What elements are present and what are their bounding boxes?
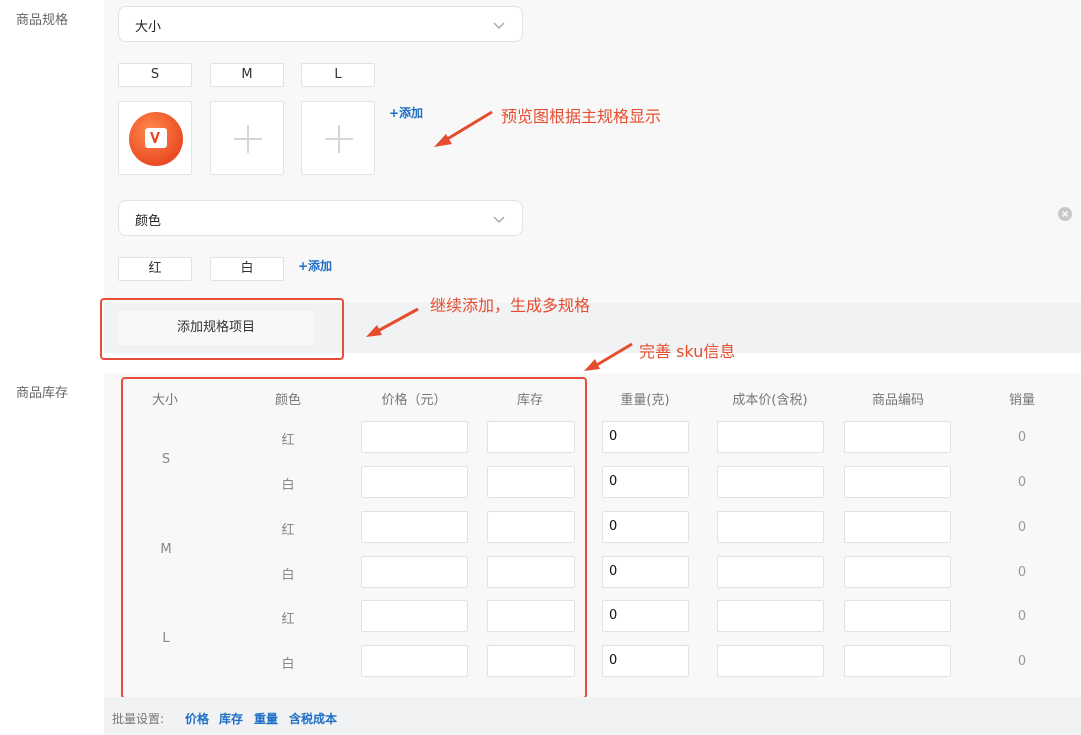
color-cell: 白 xyxy=(281,657,295,672)
sku-code-input[interactable] xyxy=(844,511,951,543)
price-input[interactable] xyxy=(361,556,468,588)
spec-value-chip[interactable]: 红 xyxy=(118,257,192,281)
weight-input[interactable]: 0 xyxy=(602,645,689,677)
batch-weight-link[interactable]: 重量 xyxy=(254,710,278,727)
stock-input[interactable] xyxy=(487,511,575,543)
color-cell: 红 xyxy=(281,612,295,627)
spec-value-chip[interactable]: S xyxy=(118,63,192,87)
sku-code-input[interactable] xyxy=(844,421,951,453)
annotation-sku: 完善 sku信息 xyxy=(639,342,736,361)
sales-cell: 0 xyxy=(1017,654,1027,669)
price-input[interactable] xyxy=(361,600,468,632)
color-cell: 白 xyxy=(281,478,295,493)
annotation-continue: 继续添加，生成多规格 xyxy=(430,296,591,315)
color-cell: 红 xyxy=(281,523,295,538)
stock-input[interactable] xyxy=(487,600,575,632)
spec-value-chip[interactable]: L xyxy=(301,63,375,87)
cost-input[interactable] xyxy=(717,511,824,543)
column-header: 商品编码 xyxy=(871,393,924,408)
weight-input[interactable]: 0 xyxy=(602,556,689,588)
close-icon[interactable] xyxy=(1057,206,1073,222)
spec-value-chip[interactable]: M xyxy=(210,63,284,87)
plus-icon xyxy=(234,125,262,153)
spec-label: 商品规格 xyxy=(16,13,69,28)
size-cell: S xyxy=(161,452,171,467)
weight-input[interactable]: 0 xyxy=(602,421,689,453)
batch-stock-link[interactable]: 库存 xyxy=(219,710,243,727)
column-header: 成本价(含税) xyxy=(732,393,808,408)
sales-cell: 0 xyxy=(1017,475,1027,490)
column-header: 库存 xyxy=(516,393,543,408)
column-header: 重量(克) xyxy=(620,393,670,408)
spec-select-color[interactable]: 颜色 xyxy=(118,200,523,236)
spec-select-value: 颜色 xyxy=(135,214,162,229)
price-input[interactable] xyxy=(361,466,468,498)
cost-input[interactable] xyxy=(717,556,824,588)
cost-input[interactable] xyxy=(717,600,824,632)
weight-input[interactable]: 0 xyxy=(602,600,689,632)
add-spec-value-link[interactable]: +添加 xyxy=(298,257,332,274)
color-cell: 红 xyxy=(281,433,295,448)
batch-settings-label: 批量设置: xyxy=(112,712,165,726)
price-input[interactable] xyxy=(361,421,468,453)
add-spec-value-link[interactable]: +添加 xyxy=(389,104,423,121)
sales-cell: 0 xyxy=(1017,565,1027,580)
annotation-arrow xyxy=(584,342,633,371)
app-logo-icon xyxy=(129,112,183,166)
column-header: 大小 xyxy=(151,393,178,408)
batch-price-link[interactable]: 价格 xyxy=(185,710,209,727)
annotation-arrow xyxy=(366,307,419,337)
size-cell: L xyxy=(162,631,170,646)
annotation-arrow xyxy=(434,110,493,147)
column-header: 价格（元） xyxy=(381,393,447,408)
weight-input[interactable]: 0 xyxy=(602,511,689,543)
sku-code-input[interactable] xyxy=(844,645,951,677)
sku-code-input[interactable] xyxy=(844,556,951,588)
stock-input[interactable] xyxy=(487,556,575,588)
annotation-preview: 预览图根据主规格显示 xyxy=(501,107,662,126)
weight-input[interactable]: 0 xyxy=(602,466,689,498)
stock-input[interactable] xyxy=(487,645,575,677)
spec-select-value: 大小 xyxy=(135,20,162,35)
color-cell: 白 xyxy=(281,568,295,583)
plus-icon xyxy=(325,125,353,153)
price-input[interactable] xyxy=(361,645,468,677)
stock-label: 商品库存 xyxy=(16,386,69,401)
price-input[interactable] xyxy=(361,511,468,543)
spec-select-size[interactable]: 大小 xyxy=(118,6,523,42)
batch-cost-link[interactable]: 含税成本 xyxy=(289,710,337,727)
stock-input[interactable] xyxy=(487,466,575,498)
chevron-down-icon xyxy=(493,216,505,224)
cost-input[interactable] xyxy=(717,466,824,498)
chevron-down-icon xyxy=(493,22,505,30)
sku-code-input[interactable] xyxy=(844,466,951,498)
add-spec-item-button[interactable]: 添加规格项目 xyxy=(118,311,314,345)
spec-value-chip[interactable]: 白 xyxy=(210,257,284,281)
sales-cell: 0 xyxy=(1017,520,1027,535)
size-cell: M xyxy=(160,542,172,557)
batch-settings-bar xyxy=(104,697,1081,735)
upload-image-tile[interactable] xyxy=(210,101,284,175)
column-header: 销量 xyxy=(1008,393,1035,408)
sales-cell: 0 xyxy=(1017,609,1027,624)
column-header: 颜色 xyxy=(274,393,301,408)
sales-cell: 0 xyxy=(1017,430,1027,445)
preview-image-tile[interactable] xyxy=(118,101,192,175)
cost-input[interactable] xyxy=(717,421,824,453)
upload-image-tile[interactable] xyxy=(301,101,375,175)
sku-code-input[interactable] xyxy=(844,600,951,632)
cost-input[interactable] xyxy=(717,645,824,677)
stock-input[interactable] xyxy=(487,421,575,453)
